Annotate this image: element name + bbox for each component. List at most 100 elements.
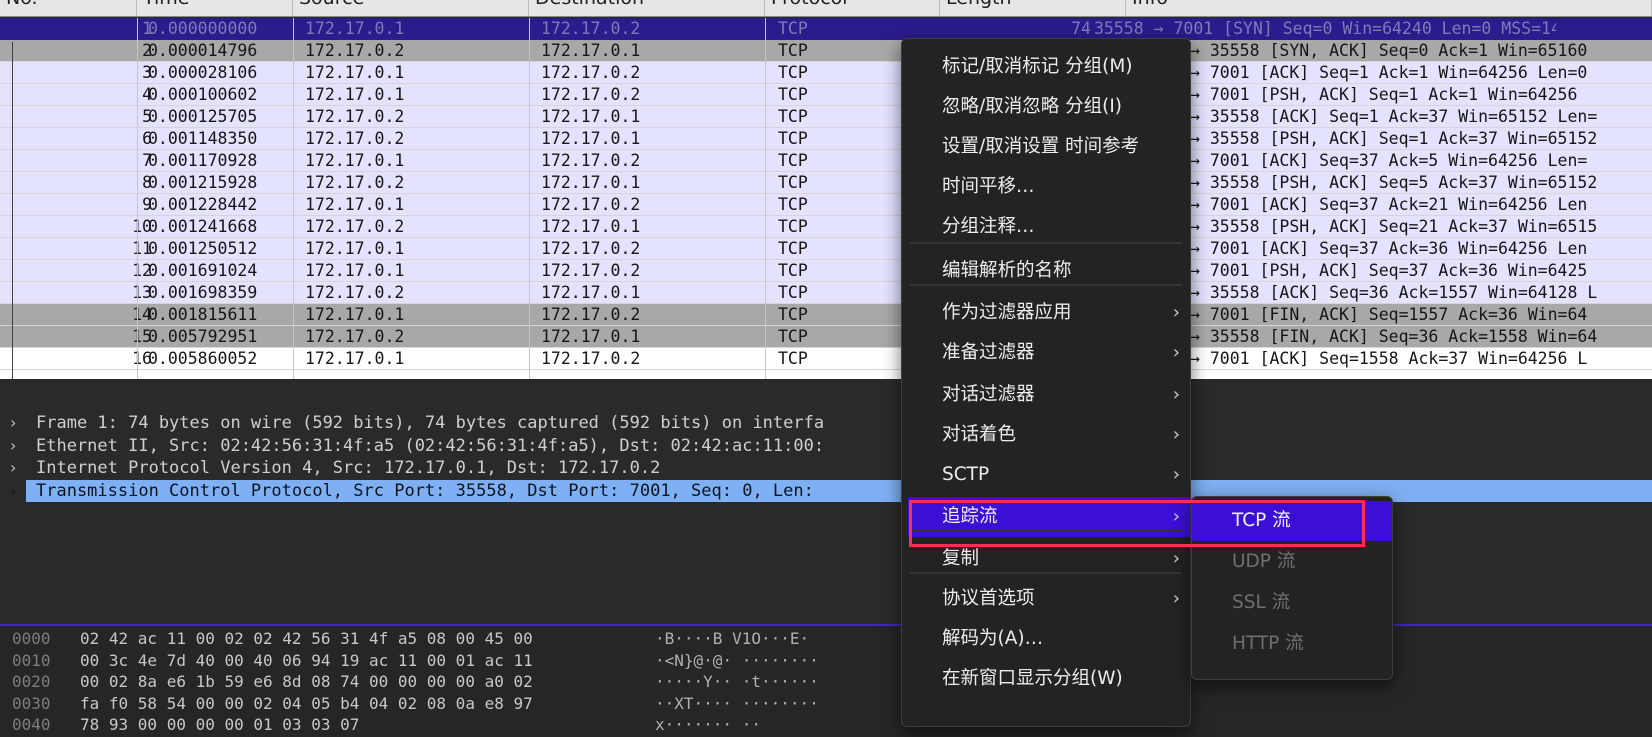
menu-item-11[interactable]: SCTP › xyxy=(902,455,1190,495)
packet-cell-src: 172.17.0.2 xyxy=(305,129,405,148)
menu-item-label: 对话过滤器 xyxy=(942,384,1035,405)
packet-cell-info: → 7001 [PSH, ACK] Seq=1 Ack=1 Win=64256 xyxy=(1190,85,1578,104)
column-header-length[interactable]: Length xyxy=(940,0,1126,16)
packet-cell-time: 0.005792951 xyxy=(148,327,258,346)
packet-cell-proto: TCP xyxy=(778,349,808,368)
bytes-ascii: ·<N}@·@· ········ xyxy=(655,650,819,670)
detail-row-ethernet[interactable]: › Ethernet II, Src: 02:42:56:31:4f:a5 (0… xyxy=(0,435,900,457)
packet-cell-src: 172.17.0.1 xyxy=(305,151,405,170)
bytes-offset: 0030 xyxy=(12,693,51,713)
packet-cell-time: 0.001148350 xyxy=(148,129,258,148)
packet-cell-no: 1 xyxy=(142,19,152,38)
packet-cell-src: 172.17.0.2 xyxy=(305,107,405,126)
packet-row[interactable]: 16 0.005860052 172.17.0.1 172.17.0.2 TCP → 70… xyxy=(0,348,1652,370)
column-header-info[interactable]: Info xyxy=(1126,0,1652,16)
packet-cell-time: 0.001815611 xyxy=(148,305,258,324)
detail-row-tcp[interactable]: › Transmission Control Protocol, Src Por… xyxy=(0,480,1652,502)
bytes-hex: 00 02 8a e6 1b 59 e6 8d 08 74 00 00 00 0… xyxy=(80,672,533,691)
chevron-right-icon[interactable]: › xyxy=(0,480,26,502)
menu-separator xyxy=(910,572,1182,574)
menu-item-15[interactable]: 解码为(A)… xyxy=(902,619,1190,659)
chevron-right-icon[interactable]: › xyxy=(10,435,26,457)
menu-item-3[interactable]: 设置/取消设置 时间参考 xyxy=(902,127,1190,167)
menu-item-label: 在新窗口显示分组(W) xyxy=(942,668,1123,689)
packet-cell-dst: 172.17.0.2 xyxy=(541,63,641,82)
packet-cell-no: 7 xyxy=(142,151,152,170)
menu-item-16[interactable]: 在新窗口显示分组(W) xyxy=(902,659,1190,699)
detail-row-label: Transmission Control Protocol, Src Port:… xyxy=(26,480,818,502)
menu-item-5[interactable]: 分组注释… xyxy=(902,207,1190,247)
packet-row[interactable]: 12 0.001691024 172.17.0.1 172.17.0.2 TCP → 70… xyxy=(0,260,1652,282)
packet-cell-no: 4 xyxy=(142,85,152,104)
detail-row-frame[interactable]: › Frame 1: 74 bytes on wire (592 bits), … xyxy=(0,412,900,434)
column-divider xyxy=(765,18,766,379)
submenu-item-label: UDP 流 xyxy=(1232,551,1296,572)
menu-item-2[interactable]: 忽略/取消忽略 分组(I) xyxy=(902,87,1190,127)
packet-row[interactable]: 3 0.000028106 172.17.0.1 172.17.0.2 TCP → 700… xyxy=(0,62,1652,84)
menu-item-9[interactable]: 对话过滤器 › xyxy=(902,375,1190,415)
packet-cell-src: 172.17.0.1 xyxy=(305,305,405,324)
packet-cell-src: 172.17.0.2 xyxy=(305,327,405,346)
annotation-highlight-box xyxy=(909,500,1365,547)
detail-row-label: Internet Protocol Version 4, Src: 172.17… xyxy=(36,458,661,478)
packet-row[interactable]: 11 0.001250512 172.17.0.1 172.17.0.2 TCP → 70… xyxy=(0,238,1652,260)
packet-cell-time: 0.001215928 xyxy=(148,173,258,192)
packet-list[interactable]: 1 0.000000000 172.17.0.1 172.17.0.2 TCP 74 355… xyxy=(0,18,1652,384)
menu-item-label: 对话着色 xyxy=(942,424,1017,445)
column-header-time[interactable]: Time xyxy=(137,0,293,16)
bytes-offset: 0040 xyxy=(12,715,51,734)
packet-cell-proto: TCP xyxy=(778,195,808,214)
packet-cell-proto: TCP xyxy=(778,85,808,104)
chevron-right-icon: › xyxy=(1172,302,1180,323)
packet-row[interactable]: 10 0.001241668 172.17.0.2 172.17.0.1 TCP → 35… xyxy=(0,216,1652,238)
packet-cell-no: 15 xyxy=(132,327,152,346)
column-header-destination[interactable]: Destination xyxy=(529,0,765,16)
packet-row[interactable]: 13 0.001698359 172.17.0.2 172.17.0.1 TCP → 35… xyxy=(0,282,1652,304)
packet-row[interactable]: 7 0.001170928 172.17.0.1 172.17.0.2 TCP → 700… xyxy=(0,150,1652,172)
menu-item-label: SCTP xyxy=(942,464,990,485)
column-divider xyxy=(529,18,530,379)
menu-item-7[interactable]: 作为过滤器应用 › xyxy=(902,293,1190,333)
packet-row[interactable]: 15 0.005792951 172.17.0.2 172.17.0.1 TCP → 35… xyxy=(0,326,1652,348)
menu-item-label: 协议首选项 xyxy=(942,588,1035,609)
submenu-item-2: UDP 流 xyxy=(1192,542,1392,582)
menu-item-14[interactable]: 协议首选项 › xyxy=(902,579,1190,619)
column-header-source[interactable]: Source xyxy=(293,0,529,16)
packet-cell-dst: 172.17.0.1 xyxy=(541,283,641,302)
packet-row[interactable]: 5 0.000125705 172.17.0.2 172.17.0.1 TCP → 355… xyxy=(0,106,1652,128)
menu-item-label: 忽略/取消忽略 分组(I) xyxy=(942,96,1123,117)
chevron-right-icon[interactable]: › xyxy=(10,412,26,434)
detail-row-ipv4[interactable]: › Internet Protocol Version 4, Src: 172.… xyxy=(0,457,900,479)
packet-cell-src: 172.17.0.1 xyxy=(305,195,405,214)
packet-cell-dst: 172.17.0.2 xyxy=(541,261,641,280)
menu-item-4[interactable]: 时间平移… xyxy=(902,167,1190,207)
packet-cell-no: 2 xyxy=(142,41,152,60)
packet-row[interactable]: 2 0.000014796 172.17.0.2 172.17.0.1 TCP → 355… xyxy=(0,40,1652,62)
packet-cell-time: 0.000125705 xyxy=(148,107,258,126)
packet-cell-proto: TCP xyxy=(778,239,808,258)
column-divider xyxy=(293,18,294,379)
packet-cell-dst: 172.17.0.2 xyxy=(541,195,641,214)
column-header-protocol[interactable]: Protocol xyxy=(765,0,940,16)
packet-row[interactable]: 1 0.000000000 172.17.0.1 172.17.0.2 TCP 74 355… xyxy=(0,18,1652,40)
packet-cell-src: 172.17.0.2 xyxy=(305,217,405,236)
bytes-ascii: x······· ·· xyxy=(655,715,761,734)
packet-row[interactable]: 8 0.001215928 172.17.0.2 172.17.0.1 TCP → 355… xyxy=(0,172,1652,194)
menu-item-label: 分组注释… xyxy=(942,216,1035,237)
packet-cell-info: → 7001 [ACK] Seq=1558 Ack=37 Win=64256 L xyxy=(1190,349,1588,368)
column-header-no[interactable]: No. xyxy=(0,0,137,16)
packet-row[interactable]: 9 0.001228442 172.17.0.1 172.17.0.2 TCP → 700… xyxy=(0,194,1652,216)
menu-item-1[interactable]: 标记/取消标记 分组(M) xyxy=(902,47,1190,87)
menu-item-8[interactable]: 准备过滤器 › xyxy=(902,333,1190,373)
menu-item-10[interactable]: 对话着色 › xyxy=(902,415,1190,455)
packet-cell-src: 172.17.0.1 xyxy=(305,19,405,38)
packet-row[interactable]: 14 0.001815611 172.17.0.1 172.17.0.2 TCP → 70… xyxy=(0,304,1652,326)
conversation-bracket xyxy=(12,42,23,384)
packet-cell-time: 0.001691024 xyxy=(148,261,258,280)
packet-cell-proto: TCP xyxy=(778,19,808,38)
packet-cell-proto: TCP xyxy=(778,217,808,236)
packet-row[interactable]: 4 0.000100602 172.17.0.1 172.17.0.2 TCP → 700… xyxy=(0,84,1652,106)
chevron-right-icon[interactable]: › xyxy=(10,457,26,479)
packet-row[interactable]: 6 0.001148350 172.17.0.2 172.17.0.1 TCP → 355… xyxy=(0,128,1652,150)
bytes-offset: 0020 xyxy=(12,672,51,691)
